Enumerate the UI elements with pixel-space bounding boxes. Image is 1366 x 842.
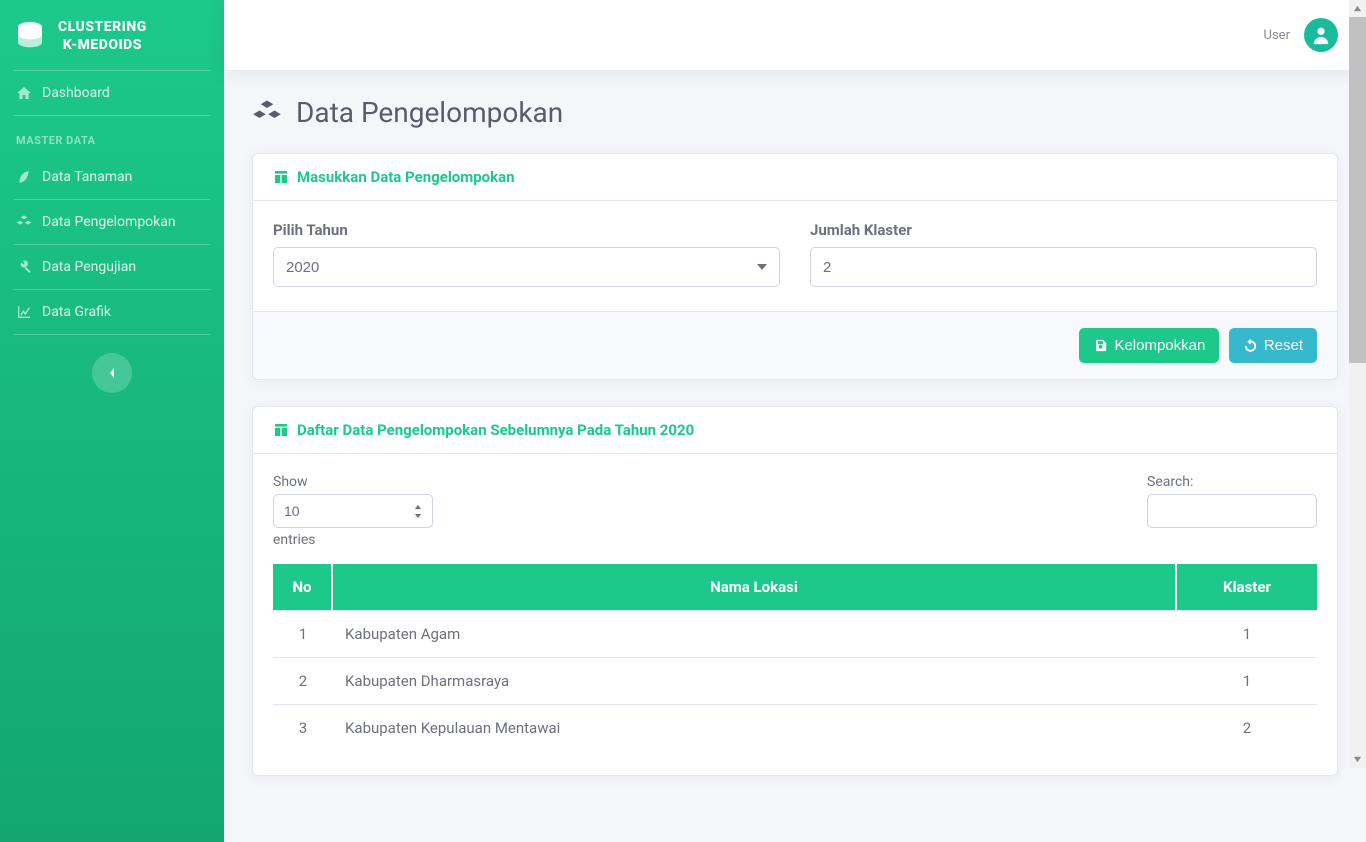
cell-klaster: 1 xyxy=(1177,657,1317,704)
user-menu[interactable] xyxy=(1304,18,1338,52)
col-no[interactable]: No xyxy=(273,564,333,610)
cell-lokasi: Kabupaten Kepulauan Mentawai xyxy=(333,704,1177,751)
user-icon xyxy=(1310,24,1332,46)
scrollbar-thumb[interactable] xyxy=(1349,17,1366,363)
cell-klaster: 1 xyxy=(1177,610,1317,657)
tools-icon xyxy=(16,259,32,275)
kelompokkan-button[interactable]: Kelompokkan xyxy=(1079,328,1219,363)
table-icon xyxy=(273,169,289,185)
sidebar-item-label: Data Pengelompokan xyxy=(42,214,176,230)
cell-no: 2 xyxy=(273,657,333,704)
table-icon xyxy=(273,422,289,438)
sync-icon xyxy=(1243,338,1258,353)
page-heading: Data Pengelompokan xyxy=(252,96,1338,129)
col-klaster[interactable]: Klaster xyxy=(1177,564,1317,610)
table-row: 3 Kabupaten Kepulauan Mentawai 2 xyxy=(273,704,1317,751)
show-label: Show xyxy=(273,474,308,490)
table-row: 2 Kabupaten Dharmasraya 1 xyxy=(273,657,1317,704)
cell-no: 1 xyxy=(273,610,333,657)
data-table: No Nama Lokasi Klaster 1 Kabupaten Agam … xyxy=(273,564,1317,751)
brand-link[interactable]: CLUSTERING K-MEDOIDS xyxy=(0,0,224,70)
cell-klaster: 2 xyxy=(1177,704,1317,751)
scrollbar[interactable] xyxy=(1349,0,1366,768)
select-tahun[interactable]: 2020 xyxy=(273,247,780,287)
sidebar-item-data-pengelompokan[interactable]: Data Pengelompokan xyxy=(0,200,224,244)
cell-lokasi: Kabupaten Agam xyxy=(333,610,1177,657)
leaf-icon xyxy=(16,169,32,185)
sidebar-item-label: Dashboard xyxy=(42,85,110,101)
sidebar-item-dashboard[interactable]: Dashboard xyxy=(0,71,224,115)
sidebar-item-label: Data Grafik xyxy=(42,304,111,320)
select-page-length[interactable]: 10 xyxy=(273,494,433,528)
sidebar-section-master-data: MASTER DATA xyxy=(0,116,224,155)
brand-text: CLUSTERING K-MEDOIDS xyxy=(58,18,147,54)
chevron-left-icon xyxy=(107,368,117,378)
card-list: Daftar Data Pengelompokan Sebelumnya Pad… xyxy=(252,406,1338,776)
chart-line-icon xyxy=(16,304,32,320)
user-label: User xyxy=(1264,28,1290,43)
table-row: 1 Kabupaten Agam 1 xyxy=(273,610,1317,657)
input-jumlah-klaster[interactable] xyxy=(810,247,1317,287)
card-list-header: Daftar Data Pengelompokan Sebelumnya Pad… xyxy=(253,407,1337,454)
sidebar-item-label: Data Pengujian xyxy=(42,259,136,275)
page-title: Data Pengelompokan xyxy=(296,96,563,129)
card-input-header: Masukkan Data Pengelompokan xyxy=(253,154,1337,201)
entries-label: entries xyxy=(273,532,316,548)
sidebar-item-data-tanaman[interactable]: Data Tanaman xyxy=(0,155,224,199)
database-icon xyxy=(14,20,46,52)
scroll-up-arrow[interactable] xyxy=(1349,0,1366,17)
cell-no: 3 xyxy=(273,704,333,751)
cubes-icon xyxy=(252,98,282,128)
topbar: User xyxy=(224,0,1366,70)
sidebar-item-data-pengujian[interactable]: Data Pengujian xyxy=(0,245,224,289)
label-pilih-tahun: Pilih Tahun xyxy=(273,221,780,239)
save-icon xyxy=(1093,338,1108,353)
sidebar-item-label: Data Tanaman xyxy=(42,169,132,185)
cell-lokasi: Kabupaten Dharmasraya xyxy=(333,657,1177,704)
search-label: Search: xyxy=(1147,474,1193,490)
sidebar: CLUSTERING K-MEDOIDS Dashboard MASTER DA… xyxy=(0,0,224,842)
datatable-length: Show 10 entries xyxy=(273,474,433,548)
datatable-search: Search: xyxy=(1147,474,1317,548)
card-input: Masukkan Data Pengelompokan Pilih Tahun … xyxy=(252,153,1338,380)
sidebar-collapse-button[interactable] xyxy=(92,353,132,393)
cubes-icon xyxy=(16,214,32,230)
scroll-down-arrow[interactable] xyxy=(1349,751,1366,768)
col-nama-lokasi[interactable]: Nama Lokasi xyxy=(333,564,1177,610)
label-jumlah-klaster: Jumlah Klaster xyxy=(810,221,1317,239)
search-input[interactable] xyxy=(1147,494,1317,528)
reset-button[interactable]: Reset xyxy=(1229,328,1317,363)
home-icon xyxy=(16,85,32,101)
sidebar-item-data-grafik[interactable]: Data Grafik xyxy=(0,290,224,334)
